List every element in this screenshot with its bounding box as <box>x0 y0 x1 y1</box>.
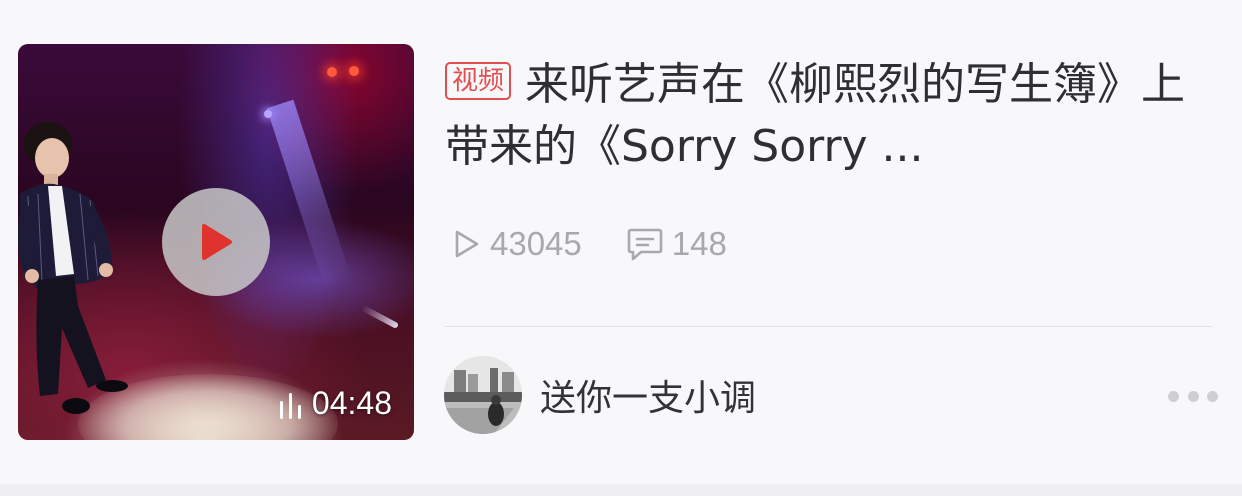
video-title-text: 来听艺声在《柳熙烈的写生簿》上带来的《Sorry Sorry ... <box>445 59 1186 172</box>
more-dots-icon[interactable] <box>1168 389 1218 403</box>
feed-card[interactable]: 04:48 视频 来听艺声在《柳熙烈的写生簿》上带来的《Sorry Sorry .… <box>0 0 1242 484</box>
play-count: 43045 <box>452 225 582 263</box>
dot <box>1168 390 1179 402</box>
avatar[interactable] <box>444 356 522 434</box>
card-separator <box>0 484 1242 496</box>
video-thumbnail[interactable]: 04:48 <box>18 44 414 440</box>
video-stats: 43045 148 <box>452 224 727 264</box>
dot <box>1187 390 1199 402</box>
sound-bars-icon <box>279 392 301 419</box>
avatar-image <box>444 356 522 434</box>
comment-bubble-icon <box>627 228 663 261</box>
video-tag: 视频 <box>445 62 512 100</box>
author-row[interactable]: 送你一支小调 <box>444 356 756 434</box>
divider <box>445 326 1212 327</box>
play-outline-icon <box>455 230 479 258</box>
video-duration: 04:48 <box>278 385 392 422</box>
play-count-text: 43045 <box>490 225 582 262</box>
play-button[interactable] <box>162 188 270 296</box>
comment-count[interactable]: 148 <box>626 225 727 263</box>
dot <box>1207 390 1218 402</box>
comment-count-text: 148 <box>671 225 727 262</box>
play-icon <box>202 224 232 260</box>
duration-text: 04:48 <box>311 385 392 421</box>
author-name[interactable]: 送你一支小调 <box>540 369 756 421</box>
video-title[interactable]: 视频 来听艺声在《柳熙烈的写生簿》上带来的《Sorry Sorry ... <box>445 54 1205 178</box>
